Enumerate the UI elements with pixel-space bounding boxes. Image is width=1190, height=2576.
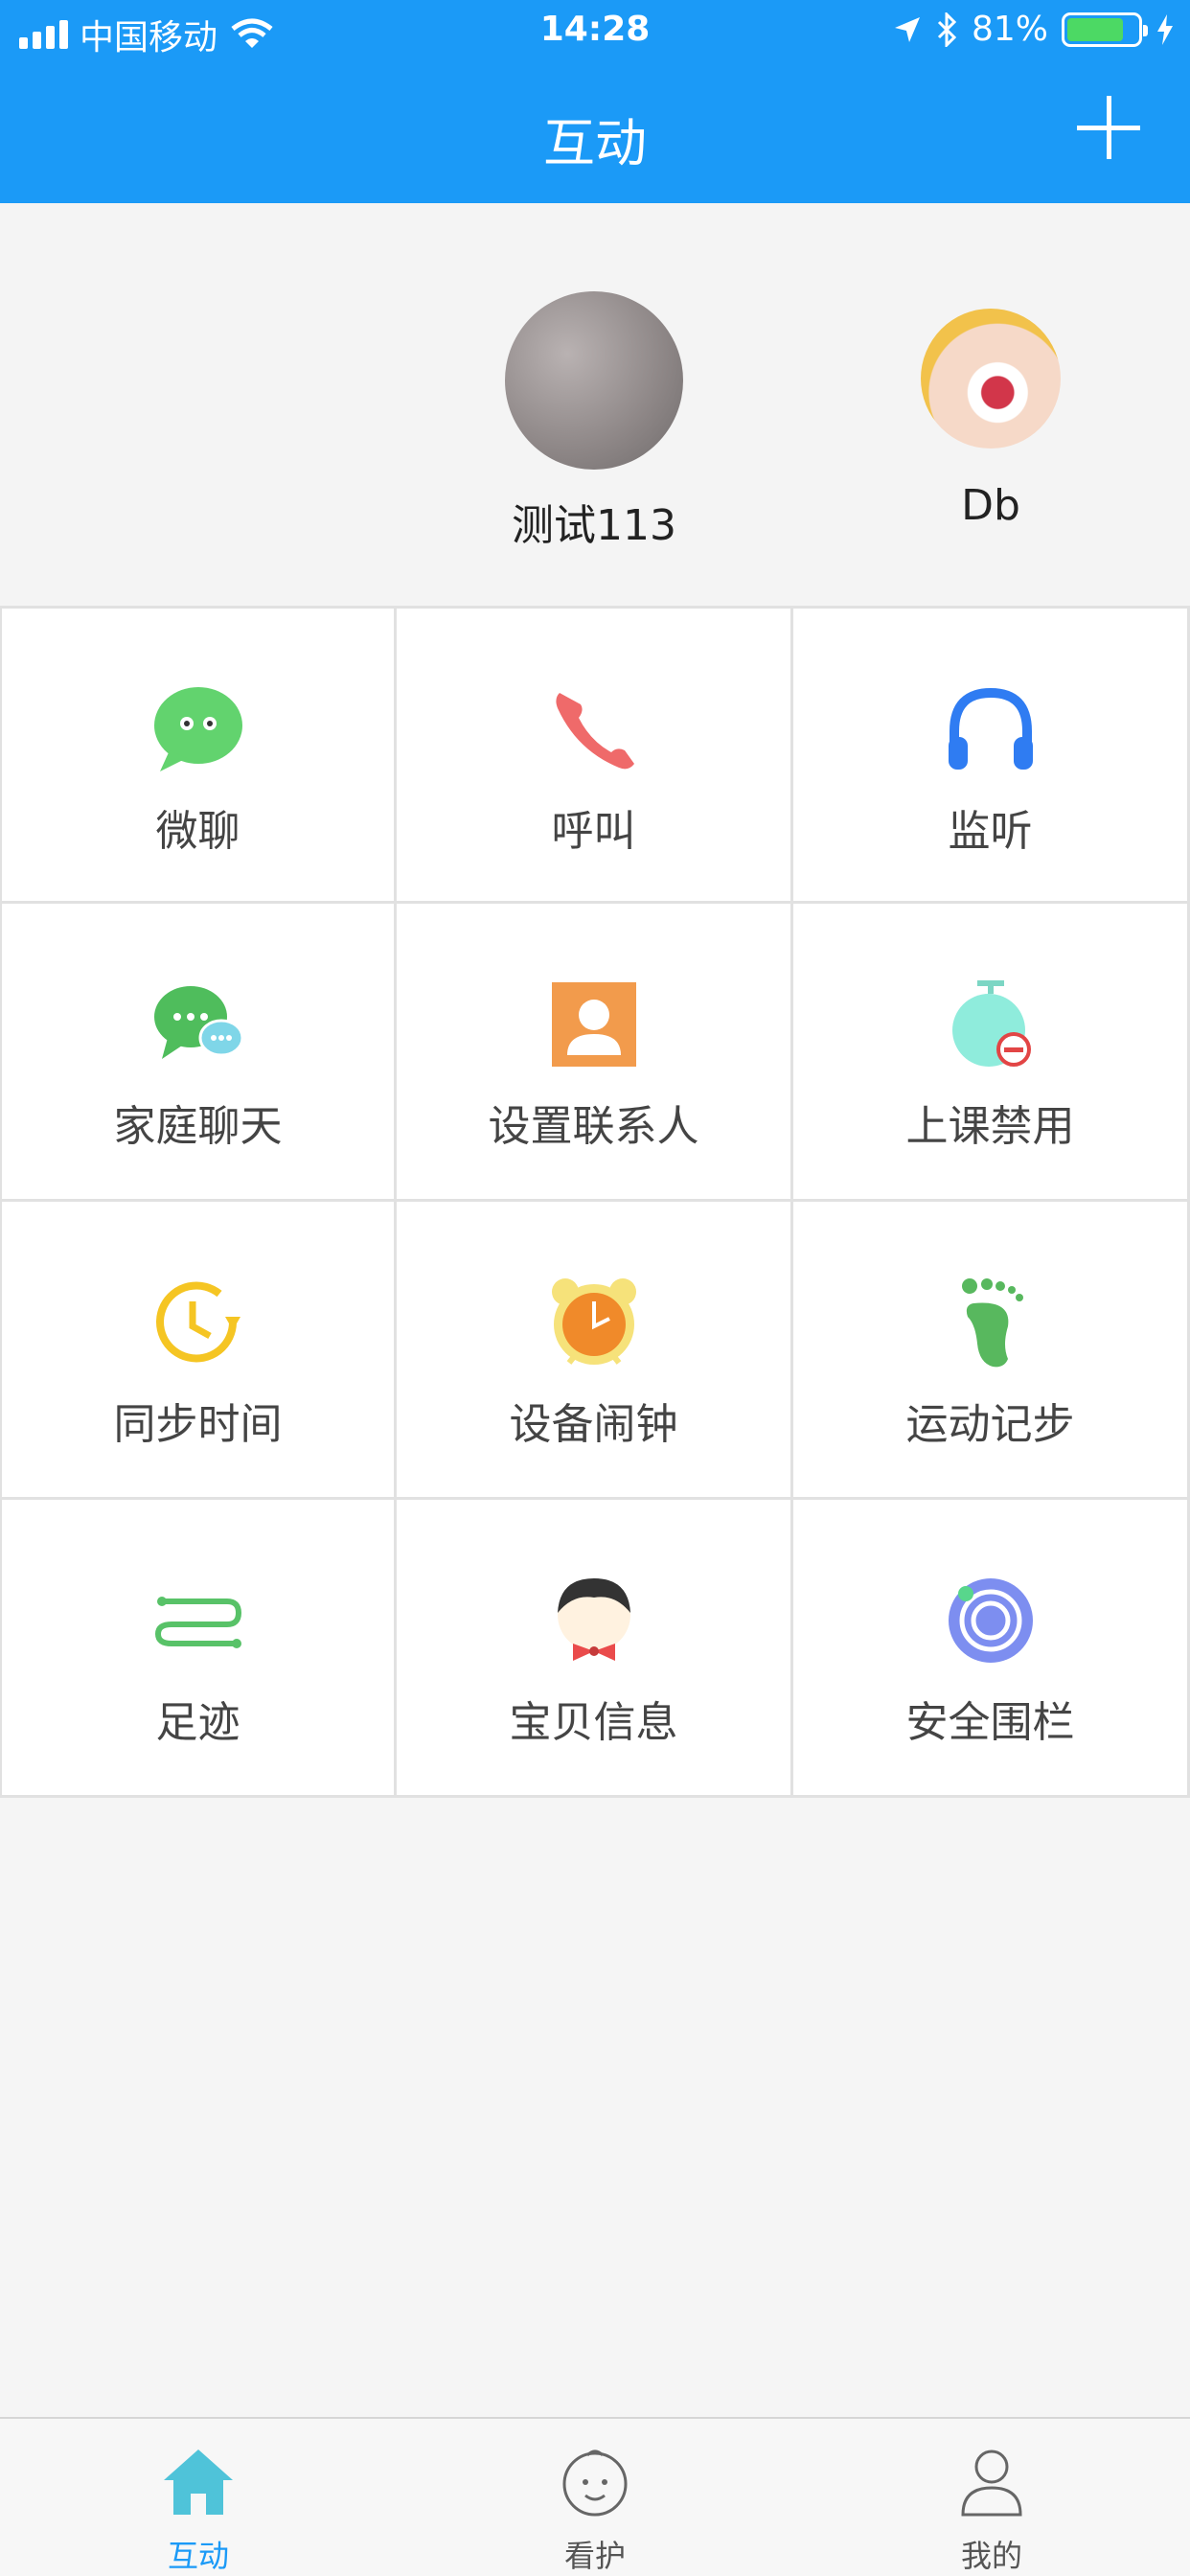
home-icon xyxy=(164,2450,233,2515)
tab-label: 我的 xyxy=(960,2538,1022,2574)
battery-fill xyxy=(1067,17,1124,41)
device-item[interactable]: 测试113 xyxy=(498,291,690,552)
grid-item-steps[interactable]: 运动记步 xyxy=(793,1202,1190,1500)
grid-label: 上课禁用 xyxy=(905,1102,1075,1151)
add-button[interactable] xyxy=(1077,96,1140,159)
grid-label: 同步时间 xyxy=(113,1400,283,1449)
baby-face-icon xyxy=(562,2450,628,2517)
device-item[interactable]: Db xyxy=(895,309,1087,530)
grid-item-alarm[interactable]: 设备闹钟 xyxy=(397,1202,793,1500)
location-arrow-icon xyxy=(894,16,920,42)
grid-item-track[interactable]: 足迹 xyxy=(0,1500,397,1798)
battery-percent: 81% xyxy=(971,10,1048,49)
family-chat-icon xyxy=(153,986,243,1059)
grid-label: 安全围栏 xyxy=(905,1698,1075,1747)
grid-label: 家庭聊天 xyxy=(113,1102,283,1151)
grid-label: 呼叫 xyxy=(551,807,636,856)
grid-item-wechat[interactable]: 微聊 xyxy=(0,606,397,904)
device-avatar xyxy=(505,291,683,470)
phone-icon xyxy=(555,693,634,770)
contact-icon xyxy=(551,982,636,1067)
charging-bolt-icon xyxy=(1157,13,1173,45)
class-disable-icon xyxy=(951,980,1031,1067)
grid-label: 宝贝信息 xyxy=(509,1698,678,1747)
grid-item-contacts[interactable]: 设置联系人 xyxy=(397,904,793,1202)
device-list: 测试113 Db xyxy=(0,203,1190,606)
page-title: 互动 xyxy=(543,113,647,173)
baby-info-icon xyxy=(557,1578,630,1661)
device-name: 测试113 xyxy=(512,501,676,550)
grid-item-sync-time[interactable]: 同步时间 xyxy=(0,1202,397,1500)
grid-item-call[interactable]: 呼叫 xyxy=(397,606,793,904)
top-bar: 中国移动 14:28 81% 互动 xyxy=(0,0,1190,203)
grid-label: 微聊 xyxy=(155,807,240,856)
grid-item-family-chat[interactable]: 家庭聊天 xyxy=(0,904,397,1202)
tab-interaction[interactable]: 互动 xyxy=(0,2419,397,2576)
function-grid: 微聊 呼叫 监听 家庭聊天 设置联系人 上课禁用 同步时间 设备闹钟 运动记步 … xyxy=(0,606,1190,1798)
battery-icon xyxy=(1062,12,1148,47)
device-avatar xyxy=(921,309,1061,448)
footprint-icon xyxy=(961,1278,1023,1368)
user-icon xyxy=(961,2450,1022,2517)
grid-label: 设备闹钟 xyxy=(509,1400,678,1449)
grid-label: 监听 xyxy=(948,807,1033,856)
grid-label: 运动记步 xyxy=(905,1400,1075,1449)
grid-item-class-disable[interactable]: 上课禁用 xyxy=(793,904,1190,1202)
tab-mine[interactable]: 我的 xyxy=(793,2419,1190,2576)
track-icon xyxy=(154,1597,241,1648)
grid-item-safety-fence[interactable]: 安全围栏 xyxy=(793,1500,1190,1798)
grid-item-baby-info[interactable]: 宝贝信息 xyxy=(397,1500,793,1798)
tab-care[interactable]: 看护 xyxy=(397,2419,793,2576)
bluetooth-icon xyxy=(937,12,957,47)
sync-time-icon xyxy=(155,1281,240,1363)
wechat-bubble-icon xyxy=(153,687,242,771)
alarm-clock-icon xyxy=(551,1278,636,1365)
status-right: 81% xyxy=(893,10,1175,49)
headphones-icon xyxy=(948,687,1033,770)
status-bar: 中国移动 14:28 81% xyxy=(0,0,1190,63)
tab-bar: 互动 看护 我的 xyxy=(0,2417,1190,2576)
grid-item-monitor[interactable]: 监听 xyxy=(793,606,1190,904)
grid-label: 设置联系人 xyxy=(488,1102,699,1151)
tab-label: 互动 xyxy=(167,2538,229,2574)
safety-fence-icon xyxy=(948,1578,1033,1663)
tab-label: 看护 xyxy=(563,2538,626,2574)
grid-label: 足迹 xyxy=(155,1698,240,1747)
device-name: Db xyxy=(961,481,1020,530)
